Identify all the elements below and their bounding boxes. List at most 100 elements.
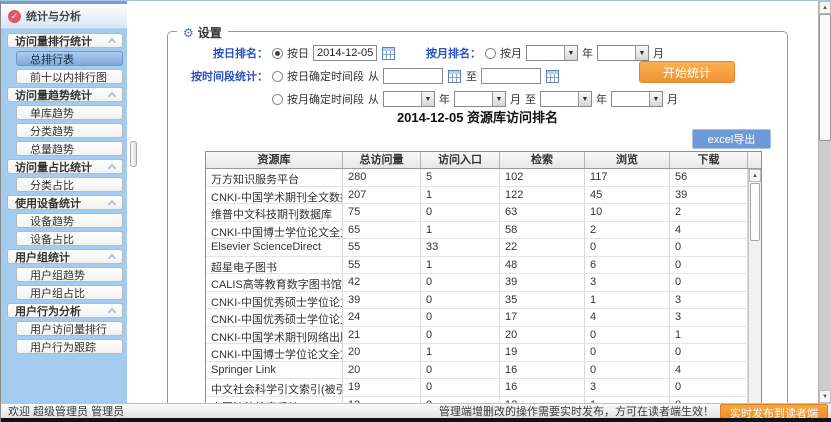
year-suffix: 年 [596, 91, 607, 107]
table-row[interactable]: Elsevier ScienceDirect55332200 [206, 239, 748, 257]
status-bar: 欢迎 超级管理员 管理员 管理端增删改的操作需要实时发布，方可在读者端生效！ 实… [1, 403, 831, 418]
scroll-up-icon[interactable]: ▲ [819, 1, 831, 14]
resource-table: 资源库总访问量访问入口检索浏览下载 万方知识服务平台280510211756CN… [205, 151, 762, 404]
table-scrollbar-thumb[interactable] [750, 183, 760, 241]
value-cell: 0 [421, 309, 500, 326]
value-cell: 17 [500, 309, 585, 326]
page-scrollbar-thumb[interactable] [819, 14, 831, 141]
table-row[interactable]: 万方知识服务平台280510211756 [206, 169, 748, 187]
sidebar-item[interactable]: 分类趋势 [16, 123, 123, 138]
scroll-up-icon[interactable]: ▲ [749, 169, 761, 182]
daily-rank-row: 按日排名： 按日 按月排名： 按月 ▼ 年 ▼ 月 [180, 44, 664, 62]
value-cell: 1 [421, 344, 500, 361]
column-header: 访问入口 [421, 152, 500, 168]
sidebar-item[interactable]: 总排行表 [16, 51, 123, 66]
scroll-down-icon[interactable]: ▼ [819, 390, 831, 403]
period-daily-radio[interactable] [272, 71, 283, 82]
value-cell: 4 [670, 362, 748, 379]
sidebar-section-header[interactable]: 用户组统计 [7, 249, 123, 264]
start-statistics-button[interactable]: 开始统计 [639, 61, 735, 83]
value-cell: 0 [585, 327, 670, 344]
publish-button[interactable]: 实时发布到读者端 [720, 404, 828, 419]
value-cell: 58 [500, 222, 585, 239]
table-scrollbar[interactable]: ▲ [748, 169, 761, 403]
sidebar-item[interactable]: 用户访问量排行 [16, 321, 123, 336]
table-row[interactable]: CNKI-中国学术期刊网络出版总库2102001 [206, 327, 748, 345]
sidebar-section-header[interactable]: 访问量占比统计 [7, 159, 123, 174]
month-suffix: 月 [510, 91, 521, 107]
value-cell: 20 [343, 362, 421, 379]
sidebar-section-label: 使用设备统计 [15, 195, 81, 211]
sidebar-item[interactable]: 总量趋势 [16, 141, 123, 156]
sidebar-item[interactable]: 分类占比 [16, 177, 123, 192]
daily-radio[interactable] [272, 48, 283, 59]
sidebar-item[interactable]: 单库趋势 [16, 105, 123, 120]
value-cell: 20 [343, 344, 421, 361]
table-row[interactable]: 超星电子图书5514860 [206, 257, 748, 275]
period-to-year-select[interactable]: ▼ [540, 91, 592, 107]
table-row[interactable]: CNKI-中国博士学位论文全文数据库6515824 [206, 222, 748, 240]
period-from-date-input[interactable] [383, 68, 443, 84]
value-cell: 0 [421, 327, 500, 344]
sidebar-splitter-handle[interactable] [130, 141, 137, 167]
value-cell: 3 [670, 292, 748, 309]
table-row[interactable]: CNKI-中国学术期刊全文数据库20711224539 [206, 187, 748, 205]
sidebar-section-header[interactable]: 用户行为分析 [7, 303, 123, 318]
column-header: 总访问量 [343, 152, 421, 168]
value-cell: 48 [500, 257, 585, 274]
monthly-radio-label: 按月 [500, 45, 522, 61]
period-monthly-radio[interactable] [272, 94, 283, 105]
resource-name-cell: Elsevier ScienceDirect [206, 239, 343, 256]
table-row[interactable]: CNKI-中国博士学位论文全文库2011900 [206, 344, 748, 362]
sidebar-section-label: 访问量排行统计 [15, 33, 92, 49]
value-cell: 1 [670, 327, 748, 344]
value-cell: 39 [500, 274, 585, 291]
calendar-icon[interactable] [447, 69, 462, 84]
table-row[interactable]: CNKI-中国优秀硕士学位论文全文数3903513 [206, 292, 748, 310]
sidebar-item[interactable]: 设备占比 [16, 231, 123, 246]
sidebar-section-label: 用户行为分析 [15, 303, 81, 319]
excel-export-button[interactable]: excel导出 [692, 129, 771, 149]
calendar-icon[interactable] [545, 69, 560, 84]
period-to-date-input[interactable] [481, 68, 541, 84]
table-row[interactable]: Springer Link2001604 [206, 362, 748, 380]
chevron-up-icon [108, 38, 116, 46]
welcome-text: 欢迎 超级管理员 管理员 [8, 403, 124, 419]
value-cell: 1 [421, 257, 500, 274]
table-row[interactable]: CNKI-中国优秀硕士学位论文全文库2401743 [206, 309, 748, 327]
table-row[interactable]: CALIS高等教育数字图书馆4203930 [206, 274, 748, 292]
period-from-year-select[interactable]: ▼ [383, 91, 435, 107]
sidebar-section-header[interactable]: 访问量排行统计 [7, 33, 123, 48]
calendar-icon[interactable] [381, 46, 396, 61]
monthly-radio[interactable] [485, 48, 496, 59]
sidebar-section-header[interactable]: 使用设备统计 [7, 195, 123, 210]
value-cell: 0 [585, 344, 670, 361]
daily-date-input[interactable] [313, 45, 377, 61]
value-cell: 16 [500, 379, 585, 396]
value-cell: 102 [500, 169, 585, 186]
gear-icon: ⚙ [183, 27, 194, 39]
period-from-month-select[interactable]: ▼ [454, 91, 506, 107]
resource-name-cell: CNKI-中国学术期刊网络出版总库 [206, 327, 343, 344]
sidebar-item[interactable]: 设备趋势 [16, 213, 123, 228]
table-row[interactable]: 维普中文科技期刊数据库75063102 [206, 204, 748, 222]
page-scrollbar[interactable]: ▲ ▼ [818, 1, 831, 403]
value-cell: 280 [343, 169, 421, 186]
sidebar-item[interactable]: 用户组趋势 [16, 267, 123, 282]
value-cell: 42 [343, 274, 421, 291]
month-rank-year-select[interactable]: ▼ [526, 45, 578, 61]
sidebar-section-header[interactable]: 访问量趋势统计 [7, 87, 123, 102]
sidebar-item[interactable]: 用户组占比 [16, 285, 123, 300]
sidebar-item[interactable]: 前十以内排行图 [16, 69, 123, 84]
sidebar-section-label: 访问量趋势统计 [15, 87, 92, 103]
value-cell: 39 [343, 292, 421, 309]
column-header: 检索 [500, 152, 585, 168]
period-to-month-select[interactable]: ▼ [611, 91, 663, 107]
month-rank-month-select[interactable]: ▼ [597, 45, 649, 61]
value-cell: 0 [421, 274, 500, 291]
value-cell: 0 [670, 379, 748, 396]
resource-name-cell: CALIS高等教育数字图书馆 [206, 274, 343, 291]
sidebar-item[interactable]: 用户行为跟踪 [16, 339, 123, 354]
table-row[interactable]: 中文社会科学引文索引(被引文献)1901630 [206, 379, 748, 397]
value-cell: 63 [500, 204, 585, 221]
